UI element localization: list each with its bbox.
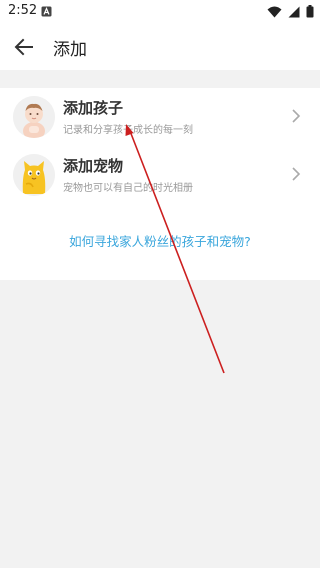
add-child-row[interactable]: 添加孩子 记录和分享孩子成长的每一刻: [0, 88, 320, 146]
help-link[interactable]: 如何寻找家人粉丝的孩子和宠物?: [0, 231, 320, 250]
add-pet-row[interactable]: 添加宠物 宠物也可以有自己的时光相册: [0, 146, 320, 204]
page-title: 添加: [53, 40, 87, 60]
section-gap: [0, 70, 320, 88]
add-pet-title: 添加宠物: [63, 157, 124, 175]
add-pet-subtitle: 宠物也可以有自己的时光相册: [63, 183, 193, 194]
wifi-icon: [267, 6, 282, 17]
battery-icon: [306, 5, 314, 18]
add-child-title: 添加孩子: [63, 99, 124, 117]
cat-avatar-icon: [13, 154, 55, 196]
status-time: 2:52: [8, 3, 38, 18]
app-bar: 添加: [0, 24, 320, 70]
signal-icon: [288, 6, 300, 17]
add-child-subtitle: 记录和分享孩子成长的每一刻: [63, 125, 193, 136]
status-bar: 2:52: [0, 0, 320, 24]
chevron-right-icon: [292, 109, 301, 123]
options-card: 添加孩子 记录和分享孩子成长的每一刻 添加宠物 宠物也可以有自己的时光相册 如何…: [0, 88, 320, 280]
arrow-left-icon[interactable]: [12, 35, 36, 59]
status-icons: [267, 5, 314, 18]
chevron-right-icon: [292, 167, 301, 181]
a-notification-icon: [41, 6, 52, 17]
baby-avatar-icon: [13, 96, 55, 138]
